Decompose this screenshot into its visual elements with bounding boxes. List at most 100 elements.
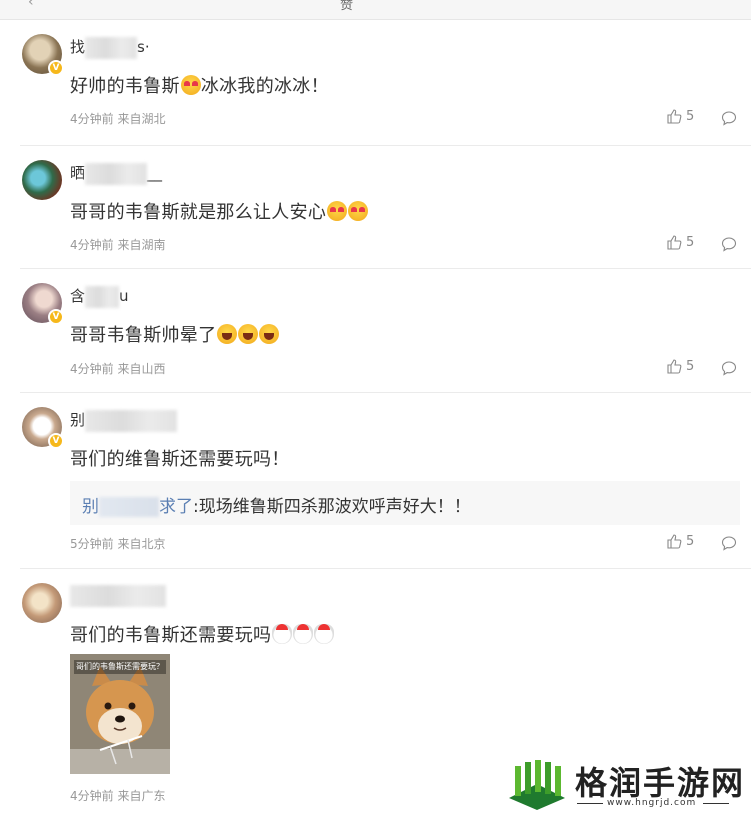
thumbs-up-icon [667,359,682,374]
comment-item: V 别 哥们的维鲁斯还需要玩吗！ 别求了:现场维鲁斯四杀那波欢呼声好大！！ 5分… [20,393,751,569]
laughing-emoji-icon [259,324,280,344]
comment-image[interactable]: 哥们的韦鲁斯还需要玩？ [70,654,170,774]
like-button[interactable]: 5 [667,534,694,549]
comment-actions: 5 [667,235,737,255]
comment-meta: 4分钟前 来自湖北 [70,110,165,127]
chicken-emoji-icon [314,624,335,644]
reply-bubble-icon[interactable] [721,535,737,551]
username[interactable]: 晒 __ [70,162,162,186]
username-blur [85,36,138,59]
comment-location: 来自山西 [117,362,166,376]
comment-location: 来自湖南 [117,238,166,252]
like-count: 5 [686,534,695,549]
thumbs-up-icon [667,109,682,124]
comment-text-main: 哥们的韦鲁斯还需要玩吗 [70,625,272,646]
laughing-emoji-icon [217,324,238,344]
back-chevron-icon[interactable]: ‹ [28,0,34,10]
username-blur [85,409,178,432]
quoted-text: :现场维鲁斯四杀那波欢呼声好大！！ [193,497,471,517]
comment-text-main: 哥们的维鲁斯还需要玩吗！ [70,449,290,470]
username-prefix: 含 [70,287,86,305]
comment-location: 来自北京 [117,537,166,551]
heart-eyes-emoji-icon [180,75,201,95]
thumbs-up-icon [667,235,682,250]
watermark-url: www.hngrjd.com [607,798,697,808]
comment-text: 好帅的韦鲁斯 冰冰我的冰冰！ [70,72,329,98]
quoted-username-suffix: 求了 [159,497,193,517]
image-caption: 哥们的韦鲁斯还需要玩？ [74,660,166,674]
username-blur [85,162,148,185]
thumbs-up-icon [667,534,682,549]
comment-actions: 5 [667,534,737,554]
site-watermark: 格润手游网 www.hngrjd.com [503,752,751,817]
tab-fragment[interactable]: 赞 [340,0,353,13]
like-count: 5 [686,235,695,250]
comment-location: 来自湖北 [117,112,166,126]
comment-time: 4分钟前 [70,238,114,252]
verified-badge-icon: V [48,433,64,449]
comment-text-main: 好帅的韦鲁斯 [70,76,180,97]
comment-meta: 4分钟前 来自山西 [70,360,165,377]
comment-text-main: 哥哥韦鲁斯帅晕了 [70,325,217,346]
comment-meta: 5分钟前 来自北京 [70,535,165,552]
avatar[interactable] [22,160,62,200]
comment-list: V 找 s· 好帅的韦鲁斯 冰冰我的冰冰！ 4分钟前 来自湖北 5 晒 __ 哥哥的韦… [0,20,751,809]
avatar[interactable]: V [22,283,64,325]
verified-badge-icon: V [48,60,64,76]
comment-location: 来自广东 [117,789,166,803]
verified-badge-icon: V [48,309,64,325]
comment-item: V 找 s· 好帅的韦鲁斯 冰冰我的冰冰！ 4分钟前 来自湖北 5 [20,20,751,146]
watermark-rule [577,803,603,804]
username-blur [85,285,120,308]
comment-time: 4分钟前 [70,789,114,803]
quoted-username-blur [99,497,159,517]
comment-actions: 5 [667,359,737,379]
comment-text: 哥们的韦鲁斯还需要玩吗 [70,621,335,647]
avatar[interactable] [22,583,62,623]
comment-time: 5分钟前 [70,537,114,551]
username-prefix: 找 [70,38,86,56]
reply-bubble-icon[interactable] [721,360,737,376]
username-prefix: 别 [70,411,86,429]
comment-meta: 4分钟前 来自广东 [70,787,165,804]
chicken-emoji-icon [293,624,314,644]
watermark-logo-icon [509,760,565,810]
comment-meta: 4分钟前 来自湖南 [70,236,165,253]
heart-eyes-emoji-icon [348,201,369,221]
comment-time: 4分钟前 [70,362,114,376]
heart-eyes-emoji-icon [327,201,348,221]
username[interactable]: 含u [70,285,129,309]
like-count: 5 [686,359,695,374]
reply-bubble-icon[interactable] [721,236,737,252]
quoted-reply[interactable]: 别 求了:现场维鲁斯四杀那波欢呼声好大！！ [70,481,740,525]
quoted-username-prefix: 别 [82,497,99,517]
username-suffix: u [119,287,129,305]
comment-text: 哥哥的韦鲁斯就是那么让人安心 [70,198,369,224]
username-blur [70,585,166,607]
laughing-emoji-icon [238,324,259,344]
username[interactable] [70,585,166,609]
comment-time: 4分钟前 [70,112,114,126]
like-count: 5 [686,109,695,124]
comment-text-main: 哥哥的韦鲁斯就是那么让人安心 [70,202,327,223]
comment-text: 哥们的维鲁斯还需要玩吗！ [70,445,290,471]
avatar[interactable]: V [22,407,64,449]
avatar[interactable]: V [22,34,64,76]
username-suffix: s· [137,38,150,56]
quoted-username[interactable]: 别 求了 [82,497,193,517]
reply-bubble-icon[interactable] [721,110,737,126]
username[interactable]: 别 [70,409,178,433]
like-button[interactable]: 5 [667,235,694,250]
username[interactable]: 找 s· [70,36,150,60]
chicken-emoji-icon [272,624,293,644]
watermark-rule [703,803,729,804]
top-bar: ‹ 赞 [0,0,751,20]
username-suffix: __ [147,164,163,182]
comment-item: V 含u 哥哥韦鲁斯帅晕了 4分钟前 来自山西 5 [20,269,751,393]
comment-item: 晒 __ 哥哥的韦鲁斯就是那么让人安心 4分钟前 来自湖南 5 [20,146,751,269]
comment-text: 哥哥韦鲁斯帅晕了 [70,321,280,347]
like-button[interactable]: 5 [667,359,694,374]
username-prefix: 晒 [70,164,86,182]
like-button[interactable]: 5 [667,109,694,124]
comment-actions: 5 [667,109,737,129]
